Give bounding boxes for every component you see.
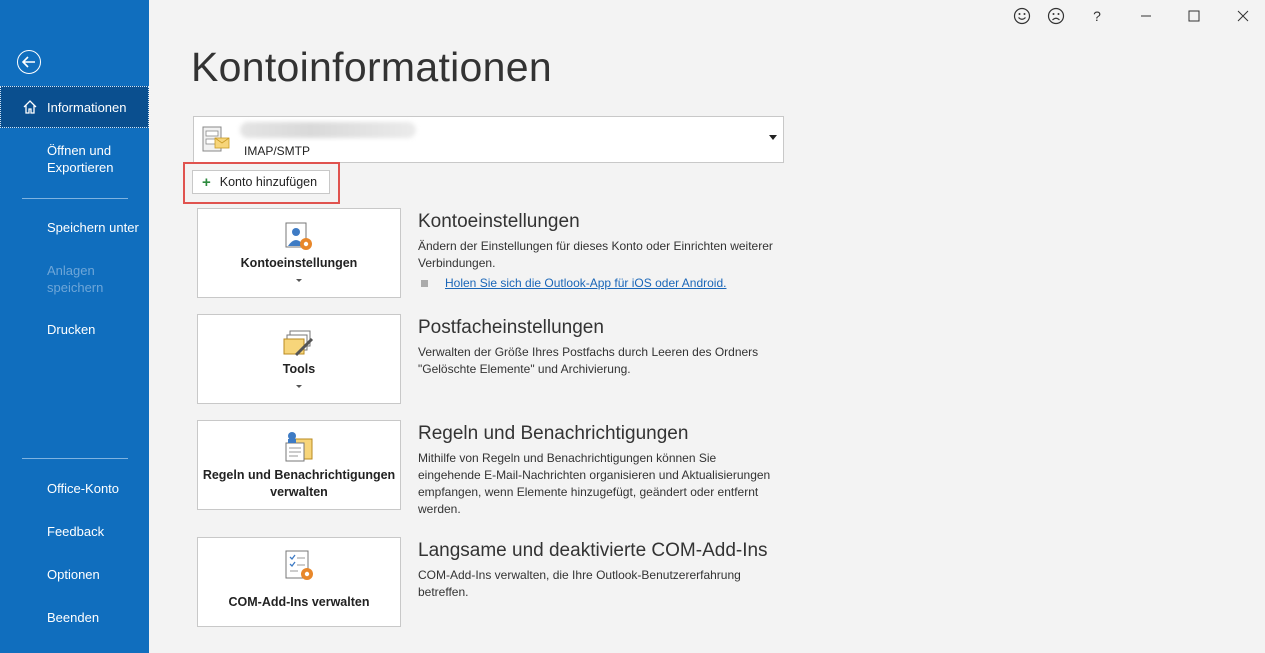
nav-divider — [22, 458, 128, 459]
arrow-left-icon[interactable] — [17, 50, 41, 74]
account-settings-icon — [282, 221, 316, 258]
nav-item-label: Informationen — [47, 99, 127, 115]
nav-divider — [22, 198, 128, 199]
nav-item-label: Beenden — [47, 610, 100, 625]
nav-speichern-unter[interactable]: Speichern unter — [0, 219, 149, 236]
rules-button[interactable]: Regeln und Benachrichtigungen verwalten — [197, 420, 401, 510]
nav-drucken[interactable]: Drucken — [0, 321, 149, 338]
account-type: IMAP/SMTP — [244, 144, 311, 158]
section-title: Postfacheinstellungen — [418, 317, 604, 338]
smile-icon[interactable] — [1011, 5, 1033, 27]
section-description: Ändern der Einstellungen für dieses Kont… — [418, 239, 773, 270]
nav-item-label: Öffnen und Exportieren — [47, 143, 114, 175]
nav-oeffnen-exportieren[interactable]: Öffnen und Exportieren — [0, 142, 120, 176]
account-selector[interactable]: IMAP/SMTP — [193, 116, 784, 163]
add-account-button[interactable]: + Konto hinzufügen — [192, 170, 330, 194]
chevron-down-icon — [296, 279, 302, 282]
section-description: Mithilfe von Regeln und Benachrichtigung… — [418, 451, 771, 516]
section-description: Verwalten der Größe Ihres Postfachs durc… — [418, 345, 759, 376]
card-label: COM-Add-Ins verwalten — [228, 595, 370, 609]
home-icon — [22, 99, 38, 119]
page-title: Kontoinformationen — [191, 44, 552, 90]
rules-icon — [282, 431, 316, 470]
section-title: Kontoeinstellungen — [418, 211, 580, 232]
minimize-icon[interactable] — [1135, 5, 1157, 27]
card-label: Tools — [282, 362, 316, 376]
section-title: Regeln und Benachrichtigungen — [418, 423, 689, 444]
nav-optionen[interactable]: Optionen — [0, 566, 149, 583]
nav-item-label: Speichern unter — [47, 220, 139, 235]
account-settings-button[interactable]: Kontoeinstellungen — [197, 208, 401, 298]
nav-office-konto[interactable]: Office-Konto — [0, 480, 149, 497]
com-addins-icon — [282, 548, 316, 587]
card-label: Kontoeinstellungen — [240, 256, 358, 270]
account-email-redacted — [240, 122, 416, 138]
nav-item-label: Feedback — [47, 524, 105, 539]
section-title: Langsame und deaktivierte COM-Add-Ins — [418, 540, 768, 561]
backstage-sidebar: Informationen Öffnen und Exportieren Spe… — [0, 0, 149, 653]
bullet-icon — [421, 280, 428, 287]
nav-item-label: Anlagen speichern — [47, 263, 104, 295]
com-addins-button[interactable]: COM-Add-Ins verwalten — [197, 537, 401, 627]
tools-button[interactable]: Tools — [197, 314, 401, 404]
nav-item-label: Drucken — [47, 322, 96, 337]
plus-icon: + — [202, 173, 211, 191]
nav-feedback[interactable]: Feedback — [0, 523, 149, 540]
close-icon[interactable] — [1232, 5, 1254, 27]
frown-icon[interactable] — [1045, 5, 1067, 27]
mail-account-icon — [202, 124, 230, 154]
help-icon[interactable]: ? — [1086, 5, 1108, 27]
chevron-down-icon — [296, 385, 302, 388]
tools-icon — [282, 329, 316, 364]
nav-informationen[interactable]: Informationen — [0, 86, 149, 128]
chevron-down-icon[interactable] — [769, 135, 777, 140]
outlook-app-link[interactable]: Holen Sie sich die Outlook-App für iOS o… — [445, 276, 726, 290]
add-account-label: Konto hinzufügen — [219, 175, 318, 189]
nav-item-label: Office-Konto — [47, 481, 120, 496]
card-label: Regeln und Benachrichtigungen verwalten — [202, 468, 396, 499]
nav-item-label: Optionen — [47, 567, 100, 582]
nav-beenden[interactable]: Beenden — [0, 609, 149, 626]
maximize-icon[interactable] — [1183, 5, 1205, 27]
section-description: COM-Add-Ins verwalten, die Ihre Outlook-… — [418, 568, 741, 599]
nav-anlagen-speichern: Anlagen speichern — [0, 262, 110, 296]
